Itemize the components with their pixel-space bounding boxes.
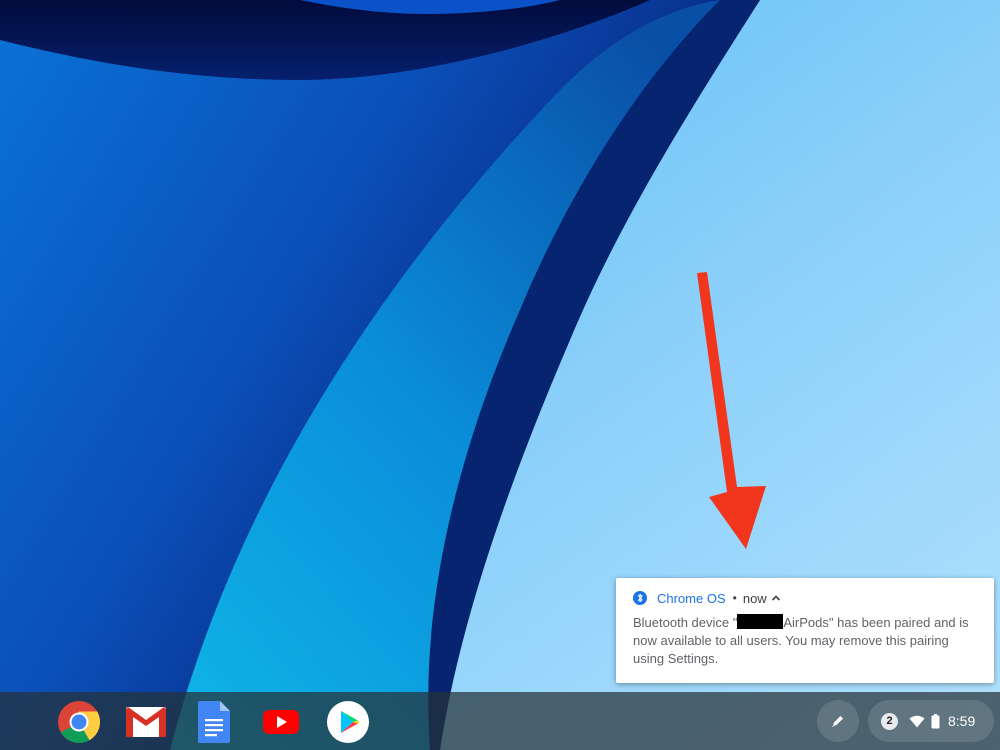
stylus-icon	[832, 716, 843, 727]
youtube-app[interactable]	[258, 699, 304, 745]
play-store-icon	[327, 701, 369, 743]
chrome-icon	[58, 701, 101, 744]
chrome-app[interactable]	[56, 699, 102, 745]
chevron-up-icon[interactable]	[770, 592, 782, 604]
notification-header: Chrome OS • now	[633, 588, 978, 608]
clock: 8:59	[948, 713, 976, 729]
message-part-1: Bluetooth device "	[633, 615, 738, 630]
stylus-tools-button[interactable]	[817, 700, 859, 742]
desktop: Chrome OS • now Bluetooth device " AirPod…	[0, 0, 1000, 750]
redacted-device-name	[737, 614, 784, 629]
header-separator: •	[732, 591, 737, 605]
wifi-icon	[909, 715, 925, 728]
bluetooth-icon	[633, 590, 647, 606]
notification-message: Bluetooth device " AirPods" has been pair…	[633, 614, 981, 668]
play-store-app[interactable]	[325, 699, 371, 745]
battery-icon	[931, 713, 940, 729]
youtube-icon	[263, 710, 299, 734]
status-tray[interactable]: 2 8:59	[868, 700, 994, 742]
gmail-app[interactable]	[123, 699, 169, 745]
notification-time: now	[742, 590, 767, 606]
docs-app[interactable]	[191, 699, 237, 745]
notification-app-name: Chrome OS	[657, 590, 726, 606]
notification-count-badge: 2	[881, 712, 898, 730]
docs-icon	[198, 701, 230, 743]
gmail-icon	[126, 707, 166, 737]
bluetooth-notification[interactable]: Chrome OS • now Bluetooth device " AirPod…	[616, 578, 994, 683]
